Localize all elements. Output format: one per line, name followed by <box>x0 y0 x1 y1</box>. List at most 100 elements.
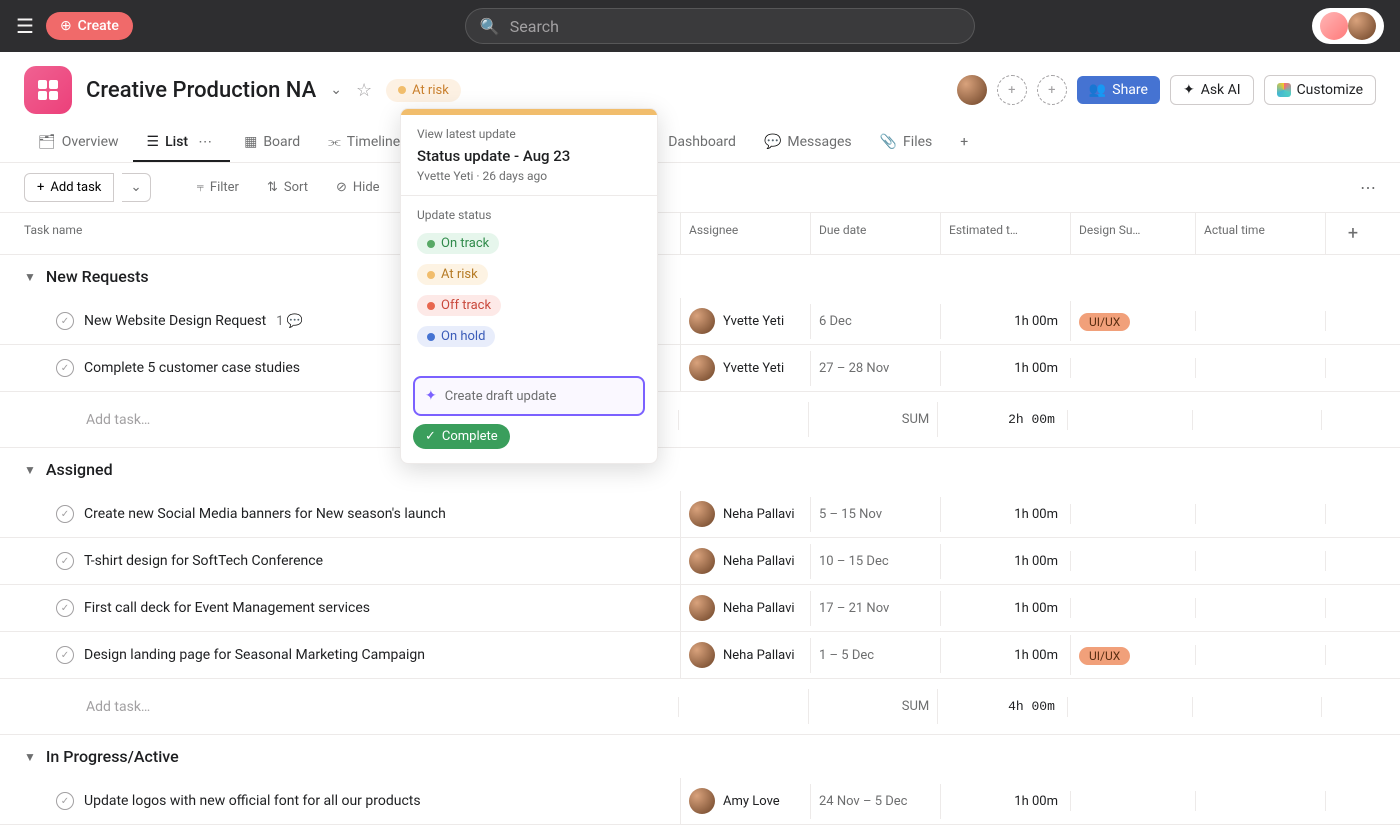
update-status-label: Update status <box>417 208 641 222</box>
complete-checkbox[interactable] <box>56 312 74 330</box>
comment-icon: 💬 <box>287 314 303 329</box>
create-draft-button[interactable]: ✦ Create draft update <box>413 376 645 416</box>
collapse-icon[interactable]: ▼ <box>24 463 36 477</box>
tab-list[interactable]: ☰List⋯ <box>133 124 231 162</box>
tab-add[interactable]: + <box>946 124 982 162</box>
chevron-down-icon[interactable]: ⌄ <box>330 82 342 98</box>
status-update-meta: Yvette Yeti · 26 days ago <box>417 169 641 183</box>
status-option-off-track[interactable]: Off track <box>417 290 641 321</box>
due-date[interactable]: 10 – 15 Dec <box>810 544 940 579</box>
filter-button[interactable]: ⫧Filter <box>187 174 249 201</box>
actual-time[interactable] <box>1195 311 1325 331</box>
sum-label: SUM <box>808 402 938 437</box>
view-latest-link[interactable]: View latest update <box>417 127 641 141</box>
status-update-title[interactable]: Status update - Aug 23 <box>417 147 641 165</box>
due-date[interactable]: 17 – 21 Nov <box>810 591 940 626</box>
member-avatar[interactable] <box>957 75 987 105</box>
status-option-on-track[interactable]: On track <box>417 228 641 259</box>
tab-label: Timeline <box>347 134 400 150</box>
tabs: 🗂Overview ☰List⋯ ▦Board ⫘Timeline Dashbo… <box>0 124 1400 163</box>
task-row[interactable]: First call deck for Event Management ser… <box>0 585 1400 632</box>
design-tag[interactable]: UI/UX <box>1079 313 1130 331</box>
tab-dashboard[interactable]: Dashboard <box>654 124 750 162</box>
status-option-on-hold[interactable]: On hold <box>417 321 641 352</box>
add-task-row[interactable]: Add task… SUM 2h 00m <box>0 392 1400 448</box>
complete-checkbox[interactable] <box>56 359 74 377</box>
complete-checkbox[interactable] <box>56 505 74 523</box>
tab-board[interactable]: ▦Board <box>230 124 314 162</box>
sort-button[interactable]: ⇅Sort <box>257 174 318 201</box>
messages-icon: 💬 <box>764 134 781 150</box>
task-row[interactable]: Create new Social Media banners for New … <box>0 491 1400 538</box>
add-member-icon-2[interactable]: + <box>1037 75 1067 105</box>
task-row[interactable]: New Website Design Request1💬 Yvette Yeti… <box>0 298 1400 345</box>
assignee-avatar <box>689 642 715 668</box>
task-row[interactable]: Update logos with new official font for … <box>0 778 1400 825</box>
task-title: Design landing page for Seasonal Marketi… <box>84 647 425 663</box>
complete-button[interactable]: ✓ Complete <box>413 424 510 449</box>
complete-checkbox[interactable] <box>56 599 74 617</box>
col-actual[interactable]: Actual time <box>1195 213 1325 254</box>
columns-header: Task name Assignee Due date Estimated t…… <box>0 213 1400 255</box>
est-time[interactable]: 1h 00m <box>940 497 1070 532</box>
collapse-icon[interactable]: ▼ <box>24 750 36 764</box>
due-date[interactable]: 27 – 28 Nov <box>810 351 940 386</box>
complete-checkbox[interactable] <box>56 646 74 664</box>
task-row[interactable]: T-shirt design for SoftTech Conference N… <box>0 538 1400 585</box>
due-date[interactable]: 5 – 15 Nov <box>810 497 940 532</box>
col-est[interactable]: Estimated t… <box>940 213 1070 254</box>
tab-messages[interactable]: 💬Messages <box>750 124 866 162</box>
add-task-label: Add task <box>50 180 101 195</box>
complete-checkbox[interactable] <box>56 792 74 810</box>
due-date[interactable]: 24 Nov – 5 Dec <box>810 784 940 819</box>
add-member-icon[interactable]: + <box>997 75 1027 105</box>
hide-button[interactable]: ⊘Hide <box>326 174 390 201</box>
more-icon[interactable]: ⋯ <box>1360 178 1376 197</box>
plus-icon: + <box>960 134 968 150</box>
tab-overview[interactable]: 🗂Overview <box>24 124 133 162</box>
star-icon[interactable]: ☆ <box>356 80 372 101</box>
col-design[interactable]: Design Su… <box>1070 213 1195 254</box>
status-option-at-risk[interactable]: At risk <box>417 259 641 290</box>
customize-button[interactable]: Customize <box>1264 75 1376 105</box>
status-chip[interactable]: At risk <box>386 79 461 102</box>
assignee-name: Neha Pallavi <box>723 601 795 616</box>
complete-checkbox[interactable] <box>56 552 74 570</box>
design-tag[interactable]: UI/UX <box>1079 647 1130 665</box>
task-title: Create new Social Media banners for New … <box>84 506 446 522</box>
est-time[interactable]: 1h 00m <box>940 351 1070 386</box>
add-task-dropdown[interactable]: ⌄ <box>122 173 150 202</box>
col-due[interactable]: Due date <box>810 213 940 254</box>
tab-more-icon[interactable]: ⋯ <box>194 134 216 150</box>
add-task-button[interactable]: +Add task <box>24 173 114 202</box>
task-row[interactable]: Design landing page for Seasonal Marketi… <box>0 632 1400 679</box>
col-assignee[interactable]: Assignee <box>680 213 810 254</box>
tab-label: Board <box>263 134 300 150</box>
est-time[interactable]: 1h 00m <box>940 304 1070 339</box>
topbar-avatars[interactable] <box>1312 8 1384 44</box>
add-column-button[interactable]: + <box>1325 213 1380 254</box>
tab-files[interactable]: 📎Files <box>866 124 947 162</box>
section-header[interactable]: ▼ New Requests <box>0 255 1400 298</box>
ask-ai-button[interactable]: ✦ Ask AI <box>1170 75 1254 105</box>
est-time[interactable]: 1h 00m <box>940 784 1070 819</box>
menu-icon[interactable]: ☰ <box>16 14 34 38</box>
section-header[interactable]: ▼ Assigned <box>0 448 1400 491</box>
share-button[interactable]: 👥 Share <box>1077 76 1160 104</box>
est-time[interactable]: 1h 00m <box>940 638 1070 673</box>
collapse-icon[interactable]: ▼ <box>24 270 36 284</box>
create-button[interactable]: ⊕ Create <box>46 12 133 40</box>
due-date[interactable]: 6 Dec <box>810 304 940 339</box>
section-header[interactable]: ▼ In Progress/Active <box>0 735 1400 778</box>
project-icon[interactable] <box>24 66 72 114</box>
due-date[interactable]: 1 – 5 Dec <box>810 638 940 673</box>
search-input[interactable]: 🔍 Search <box>465 8 975 44</box>
comment-badge[interactable]: 1💬 <box>276 314 303 329</box>
customize-label: Customize <box>1297 82 1363 98</box>
add-task-row[interactable]: Add task… SUM 4h 00m <box>0 679 1400 735</box>
est-time[interactable]: 1h 00m <box>940 544 1070 579</box>
est-time[interactable]: 1h 00m <box>940 591 1070 626</box>
task-title: First call deck for Event Management ser… <box>84 600 370 616</box>
task-title: Complete 5 customer case studies <box>84 360 300 376</box>
task-row[interactable]: Complete 5 customer case studies Yvette … <box>0 345 1400 392</box>
